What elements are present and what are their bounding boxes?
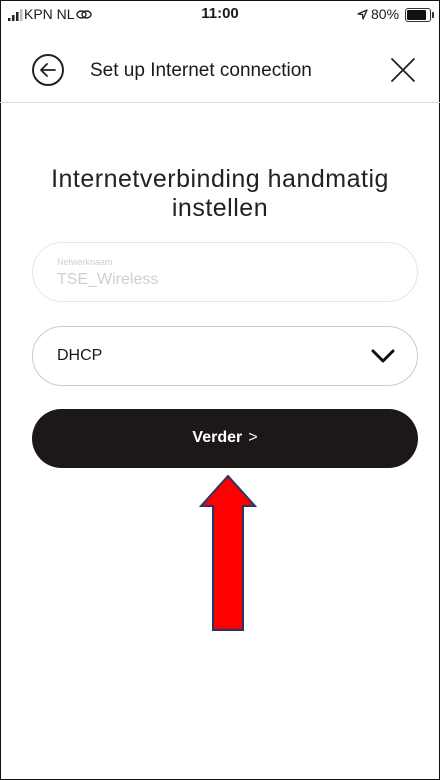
- page-title: Set up Internet connection: [90, 60, 312, 81]
- network-name-value: TSE_Wireless: [57, 271, 159, 288]
- network-name-label: Netwerknaam: [57, 257, 113, 267]
- connection-type-value: DHCP: [57, 347, 103, 364]
- chevron-down-icon: [371, 349, 395, 363]
- location-arrow-icon: [357, 9, 368, 20]
- red-arrow-annotation: [199, 474, 257, 631]
- next-button-label: Verder: [192, 429, 243, 446]
- close-icon[interactable]: [388, 55, 418, 85]
- next-button[interactable]: Verder >: [32, 409, 418, 468]
- chevron-right-icon: >: [248, 429, 258, 446]
- status-bar: KPN NL 11:00 80%: [0, 0, 440, 28]
- screen-frame: [0, 0, 440, 780]
- connection-type-select[interactable]: DHCP: [32, 326, 418, 386]
- battery-icon: [405, 8, 434, 22]
- arrow-left-icon: [40, 63, 56, 77]
- battery-percentage: 80%: [371, 6, 400, 22]
- section-heading: Internetverbinding handmatig instellen: [51, 165, 389, 222]
- nav-header: Set up Internet connection: [0, 28, 440, 103]
- network-name-field[interactable]: Netwerknaam TSE_Wireless: [32, 242, 418, 302]
- back-button[interactable]: [32, 54, 64, 86]
